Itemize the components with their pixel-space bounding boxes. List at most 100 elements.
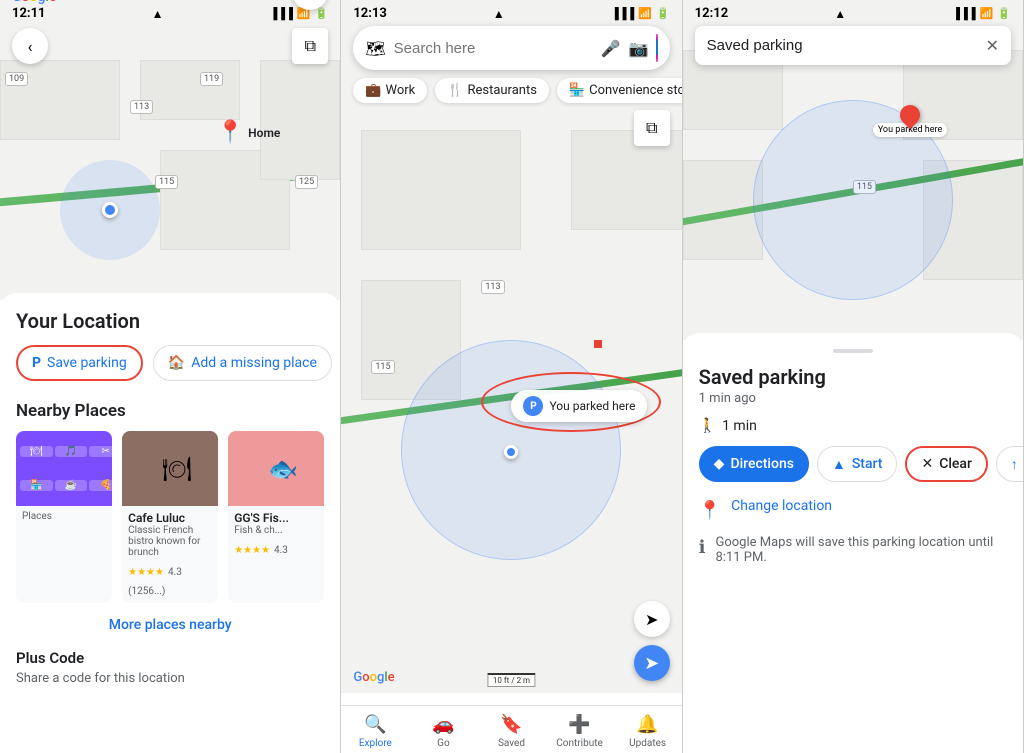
change-location-row: 📍 Change location <box>699 498 1007 521</box>
save-parking-chip[interactable]: P Save parking <box>16 345 143 381</box>
time-ago: 1 min ago <box>699 391 1007 406</box>
directions-button[interactable]: ◆ Directions <box>699 446 809 482</box>
saved-parking-search-bar: ✕ <box>695 26 1011 65</box>
save-parking-label: Save parking <box>47 355 127 371</box>
scale-m: 2 m <box>517 676 531 685</box>
home-label: Home <box>248 126 280 140</box>
directions-icon: ◆ <box>714 456 725 472</box>
walk-icon: 🚶 <box>699 418 716 434</box>
info-icon: ℹ <box>699 537 706 558</box>
restaurant-icon: 🍴 <box>447 83 463 98</box>
saved-parking-bottom-sheet: Saved parking 1 min ago 🚶 1 min ◆ Direct… <box>683 333 1023 753</box>
compass-button-2[interactable]: ➤ <box>634 601 670 637</box>
nav-saved[interactable]: 🔖 Saved <box>477 714 545 749</box>
ggs-fish-rating: 4.3 <box>274 545 288 556</box>
arrow-icon: ➤ <box>644 653 659 674</box>
camera-icon[interactable]: 📷 <box>629 39 649 58</box>
cafe-luluc-name: Cafe Luluc <box>128 511 212 525</box>
nav-go[interactable]: 🚗 Go <box>409 714 477 749</box>
updates-label: Updates <box>629 738 666 749</box>
location-pin-icon: 📍 <box>699 500 721 521</box>
navigate-arrow-button[interactable]: ➤ <box>634 645 670 681</box>
cafe-luluc-img: 🍽 <box>122 431 218 506</box>
your-location-heading: Your Location <box>16 309 324 333</box>
panel-saved-parking: 113 115 You parked here 12:12 ▲ ▐▐▐📶🔋 ✕ … <box>683 0 1024 753</box>
status-time-3: 12:12 <box>695 6 729 21</box>
share-icon: ↑ <box>1011 456 1018 473</box>
contribute-label: Contribute <box>556 738 603 749</box>
saved-label: Saved <box>498 738 525 749</box>
start-button[interactable]: ▲ Start <box>817 446 898 482</box>
user-location <box>60 160 160 260</box>
clear-button[interactable]: ✕ Clear <box>905 446 987 482</box>
search-bar: 🗺 🎤 📷 👤 <box>353 26 669 70</box>
nav-contribute[interactable]: ➕ Contribute <box>546 714 614 749</box>
parked-icon: P <box>523 396 543 416</box>
explore-icon: 🔍 <box>364 714 386 735</box>
share-button[interactable]: ↑ Share <box>996 446 1023 482</box>
layers-button-2[interactable]: ⧉ <box>634 110 670 146</box>
contribute-icon: ➕ <box>568 714 590 735</box>
red-pin: You parked here <box>873 105 947 137</box>
road-num-113-p2: 113 <box>481 280 504 294</box>
bottom-nav: 🔍 Explore 🚗 Go 🔖 Saved ➕ Contribute 🔔 Up… <box>341 705 681 753</box>
updates-icon: 🔔 <box>636 714 658 735</box>
work-chip[interactable]: 💼 Work <box>353 78 427 103</box>
start-label: Start <box>852 456 883 472</box>
nav-explore[interactable]: 🔍 Explore <box>341 714 409 749</box>
walk-time: 1 min <box>722 418 757 434</box>
parked-blue-dot <box>504 445 518 459</box>
start-icon: ▲ <box>832 456 846 473</box>
layers-button-1[interactable]: ⧉ <box>292 28 328 64</box>
saved-parking-search-input[interactable] <box>707 37 978 54</box>
convenience-chip[interactable]: 🏪 Convenience stores <box>557 78 682 103</box>
change-location-link[interactable]: Change location <box>731 498 832 514</box>
road-num-113: 113 <box>130 100 153 114</box>
nav-updates[interactable]: 🔔 Updates <box>614 714 682 749</box>
explore-label: Explore <box>359 738 392 749</box>
road-num-125: 125 <box>295 175 318 189</box>
nearby-card-img-generic: 🍽 🎵 ✂ 🏪 ☕ 🍕 <box>16 431 112 506</box>
user-avatar[interactable]: 👤 <box>656 34 657 62</box>
add-missing-label: Add a missing place <box>191 355 317 371</box>
status-bar-2: 12:13 ▲ ▐▐▐📶🔋 <box>341 0 681 23</box>
mic-icon[interactable]: 🎤 <box>601 39 621 58</box>
status-bar-3: 12:12 ▲ ▐▐▐📶🔋 <box>683 0 1023 23</box>
panel-search-map: 113 115 P You parked here 12:13 ▲ ▐▐▐📶🔋 <box>341 0 682 753</box>
info-note-text: Google Maps will save this parking locat… <box>716 535 1007 565</box>
work-chip-label: Work <box>386 83 416 98</box>
walk-time-row: 🚶 1 min <box>699 418 1007 434</box>
close-button[interactable]: ✕ <box>986 36 999 55</box>
restaurants-chip[interactable]: 🍴 Restaurants <box>435 78 549 103</box>
back-button[interactable]: ‹ <box>12 28 48 64</box>
add-missing-place-chip[interactable]: 🏠 Add a missing place <box>153 345 332 381</box>
nearby-card-cafe-luluc[interactable]: 🍽 Cafe Luluc Classic French bistro known… <box>122 431 218 603</box>
action-buttons-row: ◆ Directions ▲ Start ✕ Clear ↑ Share <box>699 446 1007 482</box>
status-icons-1: ▐▐▐📶🔋 <box>270 7 329 20</box>
compass-icon-2: ➤ <box>645 610 658 629</box>
scale-ft: 10 ft <box>493 676 509 685</box>
status-time-2: 12:13 <box>353 6 387 21</box>
road-num-109: 109 <box>5 72 28 86</box>
nearby-card-generic[interactable]: 🍽 🎵 ✂ 🏪 ☕ 🍕 Places <box>16 431 112 603</box>
cafe-luluc-desc: Classic French bistro known for brunch <box>128 525 212 558</box>
layers-icon-2: ⧉ <box>646 118 657 138</box>
search-input[interactable] <box>394 40 593 57</box>
status-icons-2: ▐▐▐📶🔋 <box>611 7 670 20</box>
panel-your-location: 109 113 115 119 125 12:11 ▲ ▐▐▐📶🔋 ‹ ⧉ ➤ <box>0 0 341 753</box>
map-panel1: 109 113 115 119 125 12:11 ▲ ▐▐▐📶🔋 ‹ ⧉ ➤ <box>0 0 340 300</box>
saved-parking-heading: Saved parking <box>699 365 1007 389</box>
road-num-119: 119 <box>200 72 223 86</box>
action-chips-row: P Save parking 🏠 Add a missing place <box>16 345 324 381</box>
ggs-fish-img: 🐟 <box>228 431 324 506</box>
nearby-places-heading: Nearby Places <box>16 401 324 421</box>
status-time-1: 12:11 <box>12 6 46 21</box>
directions-label: Directions <box>730 456 794 472</box>
parked-here-bubble: P You parked here <box>511 390 647 422</box>
info-note-row: ℹ Google Maps will save this parking loc… <box>699 535 1007 565</box>
nearby-card-ggs-fish[interactable]: 🐟 GG'S Fis... Fish & ch... ★★★★ 4.3 <box>228 431 324 603</box>
scale-bar: 10 ft / 2 m <box>488 673 535 687</box>
clear-label: Clear <box>939 456 972 472</box>
parking-icon: P <box>32 355 41 371</box>
more-places-link[interactable]: More places nearby <box>16 617 324 633</box>
